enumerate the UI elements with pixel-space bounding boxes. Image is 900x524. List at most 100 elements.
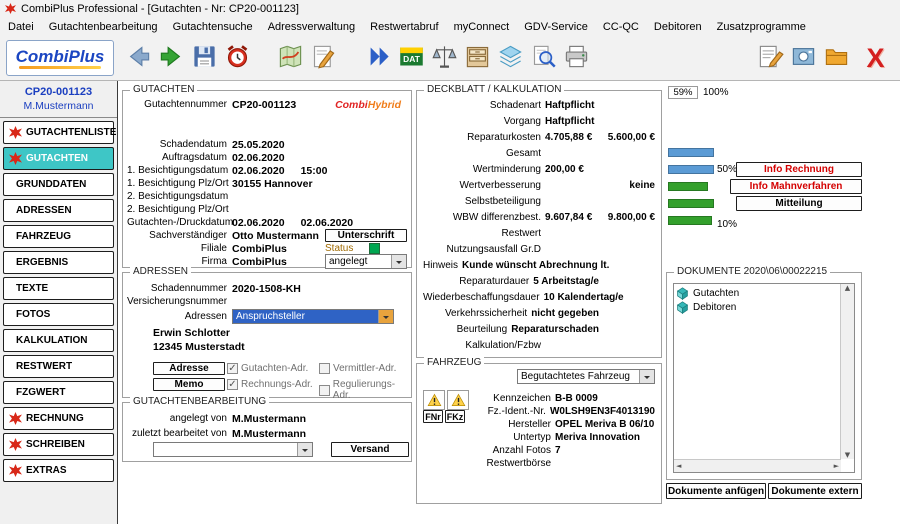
menu-datei[interactable]: Datei (8, 21, 34, 33)
versand-button[interactable]: Versand (331, 442, 409, 457)
fahrzeug-dropdown[interactable]: Begutachtetes Fahrzeug (517, 369, 655, 384)
vertical-scrollbar[interactable]: ▲▼ (840, 284, 854, 459)
back-button[interactable] (122, 39, 155, 77)
red-flag-icon (9, 438, 22, 451)
compose-report-button[interactable] (754, 39, 787, 77)
dokumente-anfuegen-button[interactable]: Dokumente anfügen (666, 483, 766, 499)
scroll-down-icon[interactable]: ▼ (845, 451, 850, 459)
close-button[interactable]: X (853, 39, 886, 77)
menu-debitoren[interactable]: Debitoren (654, 21, 702, 33)
adressen-panel: ADRESSEN Schadennummer2020-1508-KH Versi… (122, 272, 412, 398)
info-rechnung-button[interactable]: Info Rechnung (736, 162, 862, 177)
sidebar-item-restwert[interactable]: RESTWERT (3, 355, 114, 378)
search-button[interactable] (527, 39, 560, 77)
forward-button[interactable] (155, 39, 188, 77)
scroll-up-icon[interactable]: ▲ (845, 284, 850, 292)
photos-button[interactable] (787, 39, 820, 77)
double-chevron-icon (365, 43, 392, 73)
dokumente-item-debitoren[interactable]: Debitoren (676, 300, 839, 314)
archive-button[interactable] (461, 39, 494, 77)
print-button[interactable] (560, 39, 593, 77)
sidebar-item-gutachtenliste[interactable]: GUTACHTENLISTE (3, 121, 114, 144)
adresse-button[interactable]: Adresse (153, 362, 225, 375)
info-mahnverfahren-button[interactable]: Info Mahnverfahren (730, 179, 862, 194)
checkbox-regulierungs-adr[interactable]: Regulierungs-Adr. (319, 379, 411, 401)
menu-restwertabruf[interactable]: Restwertabruf (370, 21, 438, 33)
search-icon (530, 43, 557, 73)
scroll-left-icon[interactable]: ◄ (676, 462, 681, 470)
sidebar-item-texte[interactable]: TEXTE (3, 277, 114, 300)
edit-button[interactable] (307, 39, 340, 77)
scale-label-50: 50% (717, 164, 737, 175)
scales-button[interactable] (428, 39, 461, 77)
current-user-link[interactable]: M.Mustermann (0, 100, 117, 112)
sidebar-item-ergebnis[interactable]: ERGEBNIS (3, 251, 114, 274)
horizontal-scrollbar[interactable]: ◄► (674, 459, 841, 472)
documents-folder-button[interactable] (820, 39, 853, 77)
sidebar-item-fzgwert[interactable]: FZGWERT (3, 381, 114, 404)
panel-legend: DECKBLATT / KALKULATION (424, 84, 564, 95)
gutachtenbearbeitung-panel: GUTACHTENBEARBEITUNG angelegt vonM.Muste… (122, 402, 412, 462)
menu-adressverwaltung[interactable]: Adressverwaltung (268, 21, 355, 33)
deckblatt-row: WBW differenzbest.9.607,84 €9.800,00 € (417, 210, 661, 225)
dokumente-item-gutachten[interactable]: Gutachten (676, 286, 839, 300)
menu-gutachtensuche[interactable]: Gutachtensuche (173, 21, 253, 33)
route-map-button[interactable] (274, 39, 307, 77)
sidebar-item-extras[interactable]: EXTRAS (3, 459, 114, 482)
memo-button[interactable]: Memo (153, 378, 225, 391)
checkbox-rechnungs-adr[interactable]: ✓Rechnungs-Adr. (227, 379, 313, 390)
adressen-dropdown[interactable]: Anspruchsteller (232, 309, 394, 324)
title-bar: CombiPlus Professional - [Gutachten - Nr… (0, 0, 900, 17)
versand-dropdown[interactable] (153, 442, 313, 457)
sidebar-item-fotos[interactable]: FOTOS (3, 303, 114, 326)
field-label: Gutachtennummer (127, 99, 232, 110)
menu-zusatzprogramme[interactable]: Zusatzprogramme (717, 21, 806, 33)
deckblatt-row: VorgangHaftpflicht (417, 114, 661, 129)
sidebar-item-kalkulation[interactable]: KALKULATION (3, 329, 114, 352)
sidebar-item-label: GUTACHTEN (26, 153, 88, 164)
sidebar-divider (0, 117, 117, 118)
checkbox-vermittler-adr[interactable]: Vermittler-Adr. (319, 363, 396, 374)
sidebar-item-schreiben[interactable]: SCHREIBEN (3, 433, 114, 456)
status-dropdown[interactable]: angelegt (325, 254, 407, 269)
reminder-button[interactable] (221, 39, 254, 77)
sidebar-item-adressen[interactable]: ADRESSEN (3, 199, 114, 222)
menu-myconnect[interactable]: myConnect (454, 21, 510, 33)
menu-cc-qc[interactable]: CC-QC (603, 21, 639, 33)
layers-button[interactable] (494, 39, 527, 77)
menu-gdv-service[interactable]: GDV-Service (524, 21, 588, 33)
field-label: 1. Besichtigungsdatum (127, 165, 232, 176)
dat-button[interactable]: DAT (395, 39, 428, 77)
photo-icon (790, 43, 817, 73)
transfer-button[interactable] (362, 39, 395, 77)
sidebar-item-gutachten[interactable]: GUTACHTEN (3, 147, 114, 170)
chevron-down-icon[interactable] (297, 443, 312, 456)
chevron-down-icon[interactable] (639, 370, 654, 383)
panel-legend: GUTACHTEN (130, 84, 197, 95)
chevron-down-icon[interactable] (391, 255, 406, 268)
sidebar-item-grunddaten[interactable]: GRUNDDATEN (3, 173, 114, 196)
field-label: angelegt von (127, 413, 232, 424)
field-label: Schadendatum (127, 139, 232, 150)
menu-bar: Datei Gutachtenbearbeitung Gutachtensuch… (0, 17, 900, 36)
app-icon (5, 3, 16, 14)
menu-gutachtenbearbeitung[interactable]: Gutachtenbearbeitung (49, 21, 158, 33)
unterschrift-button[interactable]: Unterschrift (325, 229, 407, 242)
deckblatt-row: Wiederbeschaffungsdauer10 Kalendertag/e (417, 290, 661, 305)
save-button[interactable] (188, 39, 221, 77)
mitteilung-button[interactable]: Mitteilung (736, 196, 862, 211)
window-title: CombiPlus Professional - [Gutachten - Nr… (21, 3, 299, 15)
chevron-down-icon[interactable] (378, 310, 393, 323)
red-flag-icon (9, 464, 22, 477)
checkbox-empty-icon (319, 363, 330, 374)
sidebar-item-label: RECHNUNG (26, 413, 84, 424)
scale-label-100: 100% (703, 87, 729, 98)
sidebar-item-fahrzeug[interactable]: FAHRZEUG (3, 225, 114, 248)
deckblatt-row: HinweisKunde wünscht Abrechnung lt. (417, 258, 661, 273)
red-flag-icon (9, 152, 22, 165)
dokumente-extern-button[interactable]: Dokumente extern (768, 483, 862, 499)
scroll-right-icon[interactable]: ► (834, 462, 839, 470)
checkbox-gutachten-adr[interactable]: ✓Gutachten-Adr. (227, 363, 308, 374)
deckblatt-row: Verkehrssicherheitnicht gegeben (417, 306, 661, 321)
sidebar-item-rechnung[interactable]: RECHNUNG (3, 407, 114, 430)
